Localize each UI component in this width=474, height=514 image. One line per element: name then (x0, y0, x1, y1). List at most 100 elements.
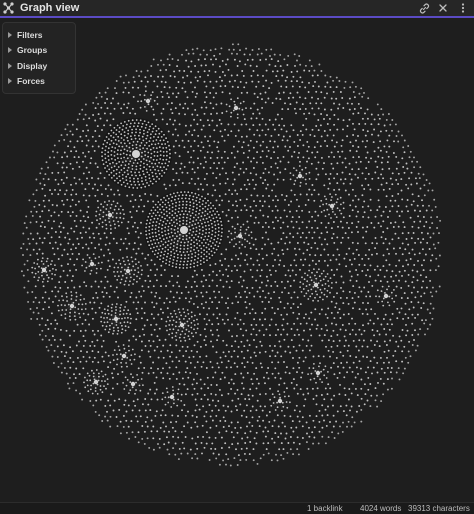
graph-node[interactable] (54, 295, 57, 298)
graph-node[interactable] (131, 157, 133, 160)
graph-node[interactable] (135, 146, 138, 149)
graph-node[interactable] (236, 388, 239, 391)
graph-node[interactable] (51, 290, 54, 293)
graph-node[interactable] (232, 145, 235, 148)
graph-node[interactable] (256, 53, 259, 56)
graph-node[interactable] (261, 161, 264, 164)
graph-node[interactable] (215, 103, 218, 106)
graph-node[interactable] (129, 180, 132, 183)
graph-node[interactable] (134, 328, 137, 331)
graph-node[interactable] (330, 269, 333, 271)
graph-node[interactable] (163, 269, 166, 271)
graph-node[interactable] (177, 92, 180, 95)
graph-node[interactable] (126, 256, 128, 258)
graph-node[interactable] (398, 311, 401, 314)
graph-node[interactable] (253, 295, 256, 298)
graph-node[interactable] (431, 254, 434, 257)
graph-node[interactable] (320, 232, 323, 235)
graph-node[interactable] (234, 189, 237, 192)
graph-node[interactable] (153, 328, 156, 331)
graph-node[interactable] (273, 396, 276, 399)
graph-node[interactable] (392, 354, 395, 357)
graph-node[interactable] (352, 91, 355, 93)
graph-node[interactable] (317, 442, 320, 445)
graph-node[interactable] (187, 376, 190, 379)
graph-node[interactable] (119, 432, 122, 435)
graph-node[interactable] (28, 199, 31, 202)
graph-node[interactable] (280, 333, 283, 336)
graph-node[interactable] (183, 311, 186, 314)
graph-node[interactable] (78, 312, 81, 315)
graph-node[interactable] (204, 160, 207, 163)
graph-node[interactable] (318, 420, 321, 423)
graph-node[interactable] (189, 229, 192, 231)
graph-node[interactable] (181, 345, 184, 348)
graph-node[interactable] (298, 333, 300, 336)
graph-node[interactable] (324, 215, 327, 218)
graph-node[interactable] (212, 452, 215, 455)
graph-node[interactable] (75, 367, 78, 370)
graph-node[interactable] (213, 251, 216, 254)
graph-node[interactable] (101, 151, 103, 154)
graph-node[interactable] (168, 236, 171, 238)
graph-node[interactable] (148, 225, 151, 228)
graph-node[interactable] (245, 447, 248, 450)
graph-node[interactable] (127, 404, 130, 407)
graph-node[interactable] (394, 221, 397, 224)
graph-node[interactable] (405, 323, 407, 326)
graph-node[interactable] (51, 355, 54, 358)
graph-node[interactable] (369, 295, 372, 298)
graph-node[interactable] (352, 156, 355, 159)
graph-node[interactable] (231, 171, 234, 174)
graph-node[interactable] (286, 406, 289, 409)
graph-node[interactable] (144, 420, 147, 423)
graph-node[interactable] (184, 436, 187, 438)
graph-node[interactable] (82, 151, 85, 154)
graph-node[interactable] (71, 133, 74, 136)
graph-node[interactable] (337, 225, 339, 228)
graph-node[interactable] (315, 125, 318, 127)
graph-node[interactable] (326, 243, 329, 246)
graph-node[interactable] (29, 254, 32, 257)
graph-node[interactable] (119, 306, 122, 309)
graph-node[interactable] (151, 130, 154, 133)
graph-node[interactable] (115, 242, 118, 245)
graph-node[interactable] (197, 194, 200, 196)
graph-node[interactable] (270, 81, 273, 84)
graph-node[interactable] (176, 260, 178, 262)
graph-node[interactable] (201, 195, 203, 198)
graph-node[interactable] (178, 349, 181, 352)
graph-node[interactable] (236, 311, 239, 314)
graph-node[interactable] (218, 195, 221, 197)
graph-node[interactable] (203, 339, 206, 342)
graph-node[interactable] (207, 74, 209, 77)
graph-hub-node[interactable] (113, 316, 119, 322)
graph-hub-node[interactable] (315, 370, 321, 376)
graph-node[interactable] (298, 85, 301, 88)
graph-node[interactable] (76, 323, 79, 326)
graph-node[interactable] (317, 129, 320, 132)
graph-node[interactable] (339, 317, 342, 319)
graph-node[interactable] (261, 226, 264, 228)
graph-node[interactable] (265, 146, 268, 149)
graph-node[interactable] (166, 58, 169, 61)
graph-node[interactable] (209, 240, 212, 243)
graph-node[interactable] (64, 317, 67, 320)
graph-node[interactable] (332, 167, 335, 170)
graph-node[interactable] (140, 155, 143, 158)
graph-node[interactable] (200, 387, 203, 390)
graph-node[interactable] (111, 322, 113, 325)
graph-node[interactable] (235, 448, 237, 451)
graph-node[interactable] (386, 366, 389, 369)
graph-node[interactable] (290, 124, 293, 127)
graph-node[interactable] (193, 328, 195, 331)
graph-node[interactable] (228, 80, 231, 83)
graph-node[interactable] (111, 310, 113, 312)
graph-node[interactable] (205, 85, 208, 88)
graph-node[interactable] (230, 238, 233, 241)
graph-node[interactable] (368, 248, 371, 251)
graph-node[interactable] (91, 392, 94, 395)
graph-node[interactable] (419, 328, 422, 331)
graph-node[interactable] (130, 216, 133, 219)
graph-node[interactable] (204, 64, 207, 67)
